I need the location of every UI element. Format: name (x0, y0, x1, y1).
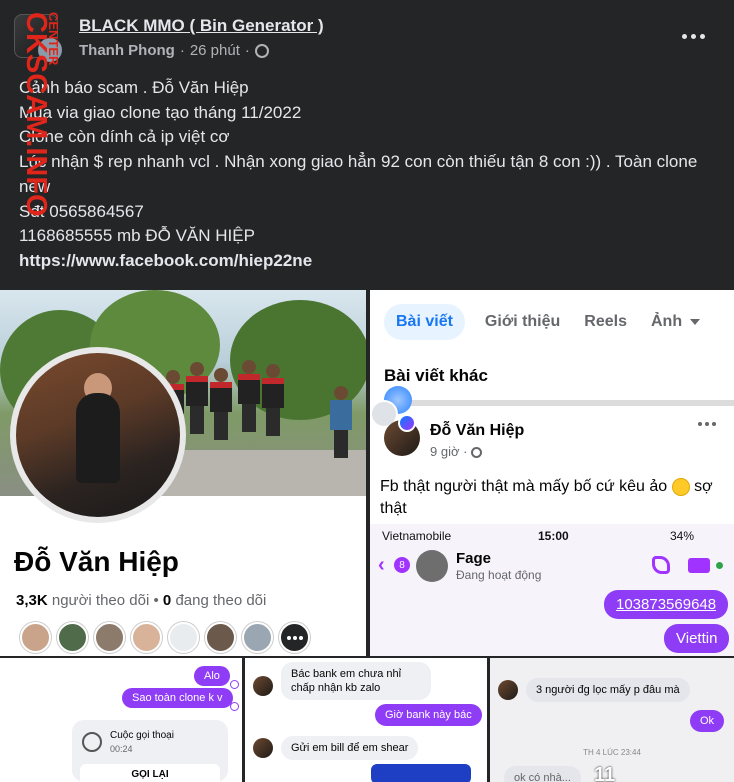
author-name-link[interactable]: Thanh Phong (79, 42, 175, 59)
overlay-number: 11 (594, 764, 616, 782)
divider (410, 400, 734, 406)
back-arrow-icon[interactable]: ‹ (378, 554, 385, 577)
globe-icon (471, 447, 483, 459)
watermark-small-text: CENTER (46, 12, 61, 66)
friend-avatar[interactable] (20, 622, 51, 653)
message-bubble: 3 người đg lọc mấy p đâu mà (526, 678, 690, 702)
status-bar: Vietnamobile 15:00 34% (382, 529, 695, 543)
follow-stats: 3,3K người theo dõi • 0 đang theo dõi (16, 592, 267, 609)
dot-icon (681, 33, 687, 39)
phone-icon (82, 732, 102, 752)
contact-status: Đang hoạt động (456, 568, 542, 582)
messenger-screenshot: Vietnamobile 15:00 34% ‹ 8 Fage Đang hoạ… (370, 524, 734, 656)
poster-name[interactable]: Đỗ Văn Hiệp (430, 422, 524, 440)
chat-header: ‹ 8 Fage Đang hoạt động (370, 546, 734, 586)
post-meta: Thanh Phong · 26 phút · (79, 42, 269, 59)
tab-photos[interactable]: Ảnh (647, 304, 704, 340)
messenger-icon (398, 414, 416, 432)
friend-avatar[interactable] (94, 622, 125, 653)
call-back-button[interactable]: GỌI LẠI (80, 764, 220, 782)
more-friends-button[interactable] (279, 622, 310, 653)
call-card: Cuộc gọi thoại 00:24 GỌI LẠI (72, 720, 228, 782)
post-line: Mua via giao clone tạo tháng 11/2022 (19, 102, 302, 122)
photo-chat-2[interactable]: Bác bank em chưa nhỉ chấp nhận kb zalo G… (245, 658, 487, 782)
post-line: Sđt 0565864567 (19, 201, 144, 221)
phone-call-icon[interactable] (652, 556, 670, 574)
post-header: BLACK MMO ( Bin Generator ) Thanh Phong … (0, 0, 734, 70)
poster-meta: 9 giờ · (430, 444, 483, 459)
message-bubble: Giờ bank này bác (375, 704, 482, 726)
meta-separator: · (244, 42, 250, 59)
photo-chat-1[interactable]: Alo Sao toàn clone k v Cuộc gọi thoại 00… (0, 658, 242, 782)
message-bubble: Viettin (664, 624, 730, 653)
profile-picture[interactable] (10, 347, 186, 523)
post-line: Lúc nhận $ rep nhanh vcl . Nhận xong gia… (19, 152, 698, 196)
tab-about[interactable]: Giới thiệu (481, 304, 564, 340)
message-bubble: Gửi em bill để em shear (281, 736, 419, 760)
meta-separator: · (179, 42, 185, 59)
seen-icon (230, 680, 239, 689)
message-bubble: Sao toàn clone k v (122, 688, 233, 708)
friend-avatar[interactable] (242, 622, 273, 653)
friend-avatar[interactable] (131, 622, 162, 653)
friend-avatar[interactable] (205, 622, 236, 653)
message-bubble: Ok (690, 710, 725, 732)
bottom-photo-row: Alo Sao toàn clone k v Cuộc gọi thoại 00… (0, 658, 734, 782)
photo-posts-screenshot[interactable]: Bài viết Giới thiệu Reels Ảnh Bài viết k… (370, 290, 734, 656)
tab-posts[interactable]: Bài viết (384, 304, 465, 340)
contact-avatar[interactable] (416, 550, 448, 582)
profile-name: Đỗ Văn Hiệp (14, 546, 179, 577)
photo-profile-screenshot[interactable]: Đỗ Văn Hiệp 3,3K người theo dõi • 0 đang… (0, 290, 366, 656)
watermark-logo: CKSCAM.INFO CENTER (20, 12, 61, 217)
post-line: Cảnh báo scam . Đỗ Văn Hiệp (19, 78, 249, 97)
message-bubble: ok có nhà... (504, 766, 581, 782)
unread-badge: 8 (394, 557, 410, 573)
globe-icon (254, 43, 269, 58)
message-bubble: 103873569648 (604, 590, 729, 619)
thumbnail (371, 764, 471, 782)
laughing-emoji-icon (671, 477, 690, 496)
timestamp: TH 4 LÚC 23:44 (583, 748, 641, 757)
section-title: Bài viết khác (384, 366, 488, 385)
message-bubble: Alo (194, 666, 230, 686)
more-options-button[interactable] (678, 24, 708, 48)
tab-reels[interactable]: Reels (580, 304, 631, 340)
photo-chat-3[interactable]: 3 người đg lọc mấy p đâu mà Ok TH 4 LÚC … (490, 658, 734, 782)
caret-down-icon (690, 318, 701, 325)
friend-avatar[interactable] (57, 622, 88, 653)
friend-avatar[interactable] (168, 622, 199, 653)
post-more-button[interactable] (698, 422, 716, 426)
post-body: Cảnh báo scam . Đỗ Văn Hiệp Mua via giao… (19, 76, 719, 274)
online-dot (716, 562, 723, 569)
seen-icon (230, 702, 239, 711)
group-name-link[interactable]: BLACK MMO ( Bin Generator ) (79, 16, 324, 36)
post-time-link[interactable]: 26 phút (190, 42, 240, 59)
contact-name[interactable]: Fage (456, 550, 491, 567)
post-text: Fb thật người thật mà mấy bố cứ kêu ảo s… (380, 477, 713, 517)
video-call-icon[interactable] (688, 558, 710, 573)
post-line: Clone còn dính cả ip việt cơ (19, 127, 230, 147)
dot-icon (699, 33, 705, 39)
profile-link[interactable]: https://www.facebook.com/hiep22ne (19, 249, 719, 274)
message-bubble: Bác bank em chưa nhỉ chấp nhận kb zalo (281, 662, 431, 700)
post-line: 1168685555 mb ĐỖ VĂN HIỆP (19, 226, 255, 246)
dot-icon (690, 33, 696, 39)
profile-tabs: Bài viết Giới thiệu Reels Ảnh (384, 304, 704, 340)
friend-avatars (20, 622, 310, 653)
